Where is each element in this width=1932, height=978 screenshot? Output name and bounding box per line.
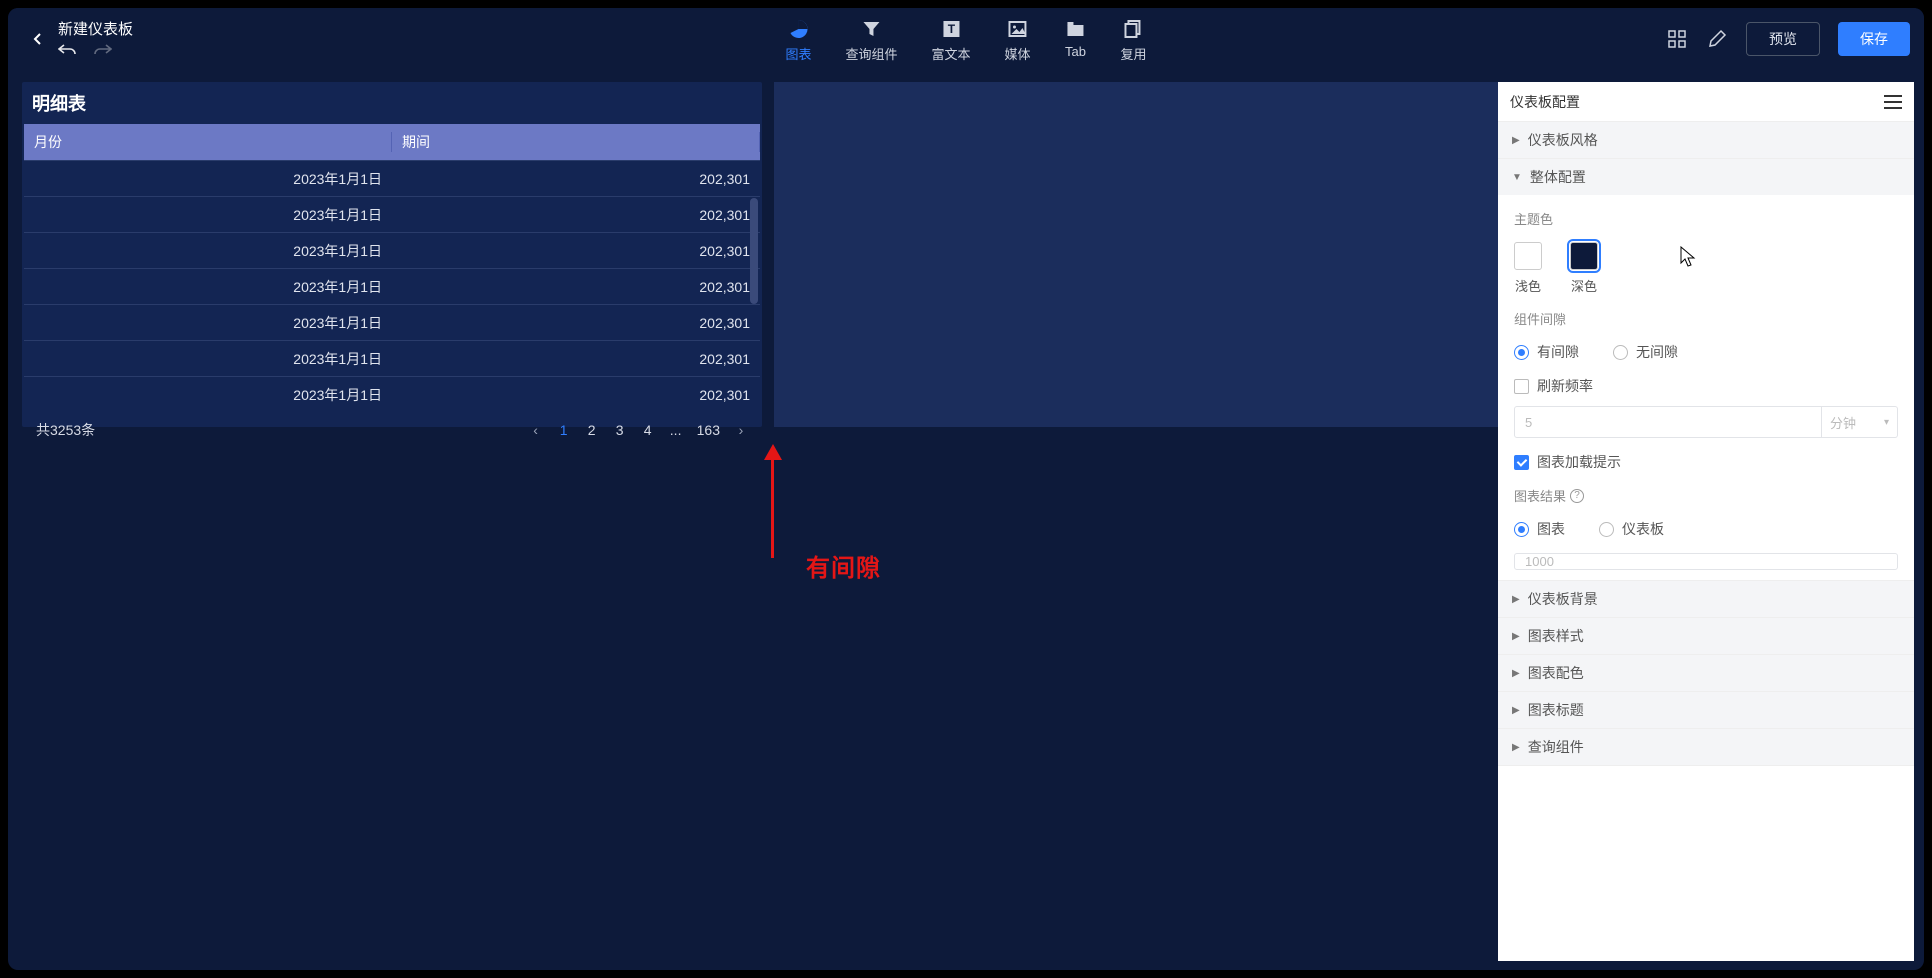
widget-title: 明细表 [22,82,762,124]
tool-chart[interactable]: 图表 [785,18,811,63]
page-1[interactable]: 1 [557,422,571,438]
page-3[interactable]: 3 [613,422,627,438]
page-4[interactable]: 4 [641,422,655,438]
pagination: ‹ 1 2 3 4 ... 163 › [529,422,748,438]
copy-icon [1123,18,1145,40]
section-background[interactable]: ▶仪表板背景 [1498,581,1914,617]
filter-icon [860,18,882,40]
refresh-unit-select[interactable]: 分钟▾ [1822,406,1898,438]
tool-media[interactable]: 媒体 [1005,18,1031,63]
tab-icon [1065,18,1087,40]
table-row: 2023年1月1日202,301 [24,232,760,268]
checkbox-loading[interactable] [1514,455,1529,470]
page-title: 新建仪表板 [58,21,133,39]
save-button[interactable]: 保存 [1838,22,1910,56]
annotation-text: 有间隙 [806,548,881,583]
radio-gap-on[interactable]: 有间隙 [1514,342,1579,362]
svg-text:T: T [947,22,955,36]
refresh-label: 刷新频率 [1537,376,1593,396]
table-row: 2023年1月1日202,301 [24,268,760,304]
top-bar: 新建仪表板 图表 查询组件 T 富文本 媒体 [8,8,1924,70]
radio-result-chart[interactable]: 图表 [1514,519,1565,539]
config-title: 仪表板配置 [1510,92,1884,112]
tool-reuse[interactable]: 复用 [1121,18,1147,63]
page-more[interactable]: ... [669,422,683,438]
table-scrollbar[interactable] [750,198,758,304]
checkbox-refresh[interactable] [1514,379,1529,394]
table-row: 2023年1月1日202,301 [24,340,760,376]
section-style[interactable]: ▶仪表板风格 [1498,122,1914,158]
section-chart-style[interactable]: ▶图表样式 [1498,618,1914,654]
pie-chart-icon [787,18,809,40]
page-next[interactable]: › [734,422,748,438]
table-total: 共3253条 [36,420,95,440]
section-chart-color[interactable]: ▶图表配色 [1498,655,1914,691]
empty-widget[interactable] [774,82,1504,427]
back-button[interactable] [22,23,54,55]
theme-label: 主题色 [1514,209,1898,228]
tool-filter[interactable]: 查询组件 [845,18,897,63]
table-row: 2023年1月1日202,301 [24,160,760,196]
brush-icon[interactable] [1706,28,1728,50]
table-widget[interactable]: 明细表 月份 期间 2023年1月1日202,301 2023年1月1日202,… [22,82,762,427]
redo-button[interactable] [94,43,112,57]
loading-label: 图表加载提示 [1537,452,1621,472]
tool-text[interactable]: T 富文本 [931,18,970,63]
col-month[interactable]: 月份 [24,132,392,152]
table-row: 2023年1月1日202,301 [24,304,760,340]
components-icon[interactable] [1666,28,1688,50]
page-last[interactable]: 163 [697,422,720,438]
image-icon [1007,18,1029,40]
gap-label: 组件间隙 [1514,309,1898,328]
result-value-input[interactable] [1514,553,1898,570]
theme-dark[interactable]: 深色 [1570,242,1598,295]
result-label: 图表结果? [1514,486,1898,505]
canvas: 明细表 月份 期间 2023年1月1日202,301 2023年1月1日202,… [22,82,1504,427]
page-2[interactable]: 2 [585,422,599,438]
col-period[interactable]: 期间 [392,132,760,152]
refresh-value-input[interactable] [1514,406,1822,438]
page-prev[interactable]: ‹ [529,422,543,438]
section-query-comp[interactable]: ▶查询组件 [1498,729,1914,765]
section-overall[interactable]: ▼整体配置 [1498,159,1914,195]
preview-button[interactable]: 预览 [1746,22,1820,56]
table-row: 2023年1月1日202,301 [24,196,760,232]
radio-gap-off[interactable]: 无间隙 [1613,342,1678,362]
config-panel: 仪表板配置 ▶仪表板风格 ▼整体配置 主题色 浅色 深色 组件间隙 有间隙 无间… [1498,82,1914,961]
tool-tab[interactable]: Tab [1065,18,1087,63]
radio-result-dash[interactable]: 仪表板 [1599,519,1664,539]
menu-icon[interactable] [1884,95,1902,109]
table-header: 月份 期间 [24,124,760,160]
text-icon: T [940,18,962,40]
theme-light[interactable]: 浅色 [1514,242,1542,295]
dark-swatch-icon [1570,242,1598,270]
undo-button[interactable] [58,43,76,57]
info-icon[interactable]: ? [1570,489,1584,503]
annotation-arrow [758,440,788,560]
section-chart-title[interactable]: ▶图表标题 [1498,692,1914,728]
tool-strip: 图表 查询组件 T 富文本 媒体 Tab 复用 [785,18,1146,63]
light-swatch-icon [1514,242,1542,270]
table-row: 2023年1月1日202,301 [24,376,760,412]
